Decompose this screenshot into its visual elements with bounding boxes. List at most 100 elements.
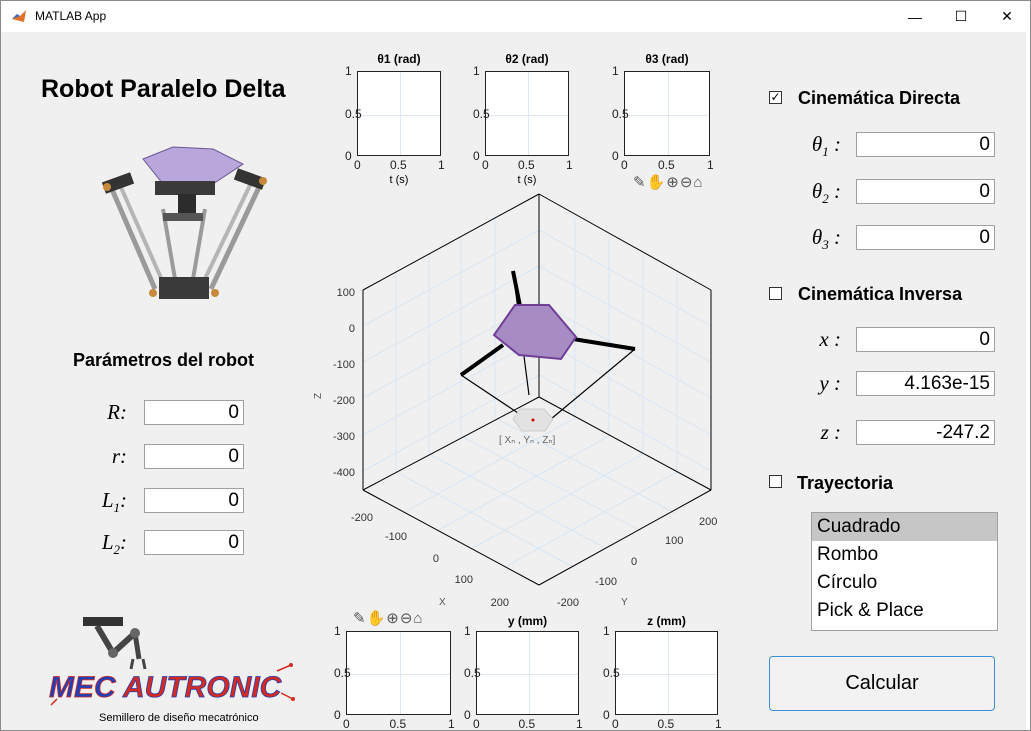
y-tick-label: 0.5 — [345, 106, 362, 121]
listbox-item-circulo[interactable]: Círculo — [812, 569, 997, 597]
plot-3d-grid — [362, 218, 712, 568]
theta3-label: θ3 : — [811, 225, 841, 253]
x-input[interactable]: 0 — [856, 327, 995, 352]
y-tick-label: 0 — [473, 149, 480, 163]
grid-line — [347, 674, 450, 675]
minimize-button[interactable]: — — [892, 1, 938, 32]
directa-label: Cinemática Directa — [798, 88, 961, 108]
x-tick-label: 0 — [612, 717, 619, 731]
x-tick-label: 0.5 — [390, 158, 407, 172]
y-tick-label: 1 — [473, 64, 480, 78]
svg-text:AUTRONIC: AUTRONIC — [122, 671, 283, 704]
x-tick-label: 1 — [566, 158, 573, 172]
plot-3d-z-ticks: 100 0 -100 -200 -300 -400 — [333, 287, 355, 479]
plot-theta2-xlabel: t (s) — [517, 174, 537, 186]
plot-z-axes[interactable] — [615, 631, 718, 715]
title-bar: MATLAB App — ☐ ✕ — [1, 1, 1030, 32]
matlab-icon — [12, 10, 26, 22]
svg-text:-100: -100 — [385, 531, 407, 543]
x-tick-label: 0.5 — [518, 717, 536, 731]
z-input[interactable]: -247.2 — [856, 420, 995, 445]
plot-theta3-axes[interactable] — [624, 71, 710, 156]
theta2-input[interactable]: 0 — [856, 179, 995, 204]
plot-x-axes[interactable] — [346, 631, 451, 715]
grid-line — [667, 632, 669, 714]
y-tick-label: 0 — [345, 149, 352, 163]
close-button[interactable]: ✕ — [984, 1, 1030, 32]
window-title: MATLAB App — [35, 9, 107, 23]
svg-text:100: 100 — [665, 535, 683, 547]
grid-line — [528, 72, 529, 155]
maximize-button[interactable]: ☐ — [938, 1, 984, 32]
trayectoria-label: Trayectoria — [797, 473, 894, 493]
x-tick-label: 0.5 — [658, 158, 675, 172]
grid-line — [399, 632, 401, 714]
theta1-input[interactable]: 0 — [856, 132, 995, 157]
svg-text:-200: -200 — [557, 597, 579, 609]
plot-3d-y-ticks: 200 100 0 -100 -200 — [557, 516, 717, 609]
grid-line — [616, 674, 717, 675]
app-window: MATLAB App — ☐ ✕ Robot Paralelo Delta Pa… — [0, 0, 1031, 731]
y-tick-label: 1 — [603, 624, 610, 638]
x-tick-label: 0 — [482, 158, 489, 172]
y-tick-label: 0.5 — [334, 666, 351, 680]
plot-theta2-title: θ2 (rad) — [505, 52, 549, 66]
theta1-label: θ1 : — [811, 132, 841, 160]
svg-text:-200: -200 — [351, 512, 373, 524]
plot-z-title: z (mm) — [647, 614, 686, 628]
x-tick-label: 0.5 — [389, 717, 407, 731]
calcular-button[interactable]: Calcular — [769, 656, 995, 711]
listbox-item-pick-place[interactable]: Pick & Place — [812, 597, 997, 625]
plot-theta2-axes[interactable] — [485, 71, 569, 156]
y-tick-label: 0 — [603, 708, 610, 722]
svg-text:-100: -100 — [595, 576, 617, 588]
trayectoria-listbox[interactable]: Cuadrado Rombo Círculo Pick & Place — [811, 512, 998, 631]
grid-line — [625, 114, 709, 116]
plot-y-title: y (mm) — [507, 614, 548, 628]
y-input[interactable]: 4.163e-15 — [856, 371, 995, 396]
param-L1-input[interactable]: 0 — [144, 488, 244, 513]
grid-line — [477, 674, 578, 675]
svg-text:100: 100 — [337, 287, 355, 299]
svg-text:0: 0 — [631, 556, 637, 568]
param-L2-input[interactable]: 0 — [144, 530, 244, 555]
svg-text:-300: -300 — [333, 431, 355, 443]
plot-y-axes[interactable] — [476, 631, 579, 715]
plot-3d-y-label: Y — [621, 597, 628, 608]
y-tick-label: 0 — [464, 708, 471, 722]
param-R-input[interactable]: 0 — [144, 400, 244, 425]
grid-line — [668, 72, 669, 155]
directa-checkbox[interactable]: ✓ — [769, 91, 782, 104]
y-tick-label: 1 — [612, 64, 619, 78]
x-tick-label: 0 — [343, 717, 350, 731]
listbox-item-rombo[interactable]: Rombo — [812, 541, 997, 569]
y-tick-label: 0.5 — [603, 666, 620, 680]
x-tick-label: 1 — [715, 717, 722, 731]
listbox-item-cuadrado[interactable]: Cuadrado — [812, 513, 997, 541]
plot-3d-x-label: X — [439, 597, 446, 608]
trayectoria-checkbox[interactable] — [769, 475, 782, 488]
svg-text:MEC: MEC — [49, 671, 117, 704]
plot-3d-box — [362, 193, 712, 586]
x-tick-label: 0 — [354, 158, 361, 172]
param-label-L1: L1: — [101, 488, 127, 516]
plot-3d[interactable]: [ Xₙ , Yₙ , Zₙ] 100 0 -100 -200 -300 -40… — [301, 187, 741, 612]
plot-theta1-title: θ1 (rad) — [377, 52, 421, 66]
x-tick-label: 0.5 — [657, 717, 675, 731]
logo-tagline: Semillero de diseño mecatrónico — [99, 712, 259, 724]
plot-theta1-axes[interactable] — [357, 71, 441, 156]
x-label: x : — [819, 327, 841, 351]
y-tick-label: 0 — [612, 149, 619, 163]
param-r-input[interactable]: 0 — [144, 444, 244, 469]
theta3-input[interactable]: 0 — [856, 225, 995, 250]
y-tick-label: 0.5 — [473, 106, 490, 121]
scrollbar[interactable] — [1026, 32, 1030, 730]
params-heading: Parámetros del robot — [73, 350, 255, 370]
param-label-r: r: — [111, 444, 127, 468]
plot-theta1-xlabel: t (s) — [389, 174, 409, 186]
x-tick-label: 0 — [473, 717, 480, 731]
grid-line — [400, 72, 401, 155]
grid-line — [528, 632, 530, 714]
svg-text:0: 0 — [433, 553, 439, 565]
inversa-checkbox[interactable] — [769, 287, 782, 300]
